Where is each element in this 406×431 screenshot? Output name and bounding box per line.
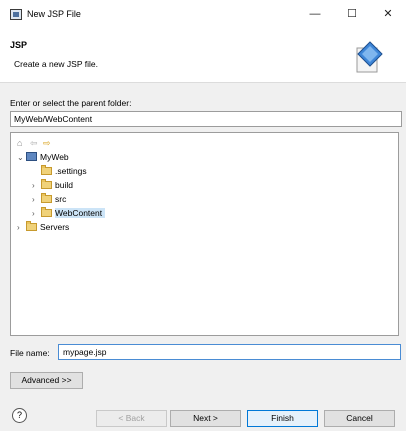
wizard-description: Create a new JSP file. xyxy=(14,59,98,69)
maximize-button[interactable]: ☐ xyxy=(340,5,364,23)
jsp-wizard-icon xyxy=(356,41,383,73)
parent-folder-input[interactable]: MyWeb/WebContent xyxy=(10,111,402,127)
chevron-right-icon[interactable]: › xyxy=(17,221,26,235)
window-title: New JSP File xyxy=(27,9,81,19)
cancel-button[interactable]: Cancel xyxy=(324,410,395,427)
wizard-header xyxy=(0,30,406,83)
project-icon xyxy=(26,152,37,161)
folder-icon xyxy=(41,193,52,203)
file-name-input[interactable]: mypage.jsp xyxy=(58,344,401,360)
parent-folder-label: Enter or select the parent folder: xyxy=(10,98,132,108)
back-arrow-icon[interactable]: ⇦ xyxy=(30,138,38,149)
chevron-right-icon[interactable]: › xyxy=(32,179,41,193)
chevron-right-icon[interactable]: › xyxy=(32,207,41,221)
chevron-down-icon[interactable]: ⌄ xyxy=(17,151,26,165)
help-icon[interactable]: ? xyxy=(12,408,27,423)
minimize-button[interactable]: — xyxy=(303,5,327,23)
folder-icon xyxy=(41,207,52,217)
folder-icon xyxy=(41,165,52,175)
folder-icon xyxy=(26,221,37,231)
forward-arrow-icon[interactable]: ⇨ xyxy=(43,138,51,149)
home-icon[interactable]: ⌂ xyxy=(17,138,22,148)
next-button[interactable]: Next > xyxy=(170,410,241,427)
wizard-title: JSP xyxy=(10,40,28,50)
close-button[interactable]: ✕ xyxy=(376,5,400,23)
folder-icon xyxy=(41,179,52,189)
file-name-label: File name: xyxy=(10,348,50,358)
chevron-right-icon[interactable]: › xyxy=(32,193,41,207)
tree-item-settings[interactable]: .settings xyxy=(32,164,87,178)
advanced-button[interactable]: Advanced >> xyxy=(10,372,83,389)
tree-item-webcontent[interactable]: › WebContent xyxy=(32,206,106,221)
tree-item-myweb[interactable]: ⌄ MyWeb xyxy=(17,150,69,164)
tree-item-servers[interactable]: › Servers xyxy=(17,220,69,234)
back-button[interactable]: < Back xyxy=(96,410,167,427)
tree-item-src[interactable]: › src xyxy=(32,192,66,206)
finish-button[interactable]: Finish xyxy=(247,410,318,427)
window-app-icon xyxy=(10,9,22,20)
tree-item-build[interactable]: › build xyxy=(32,178,73,192)
